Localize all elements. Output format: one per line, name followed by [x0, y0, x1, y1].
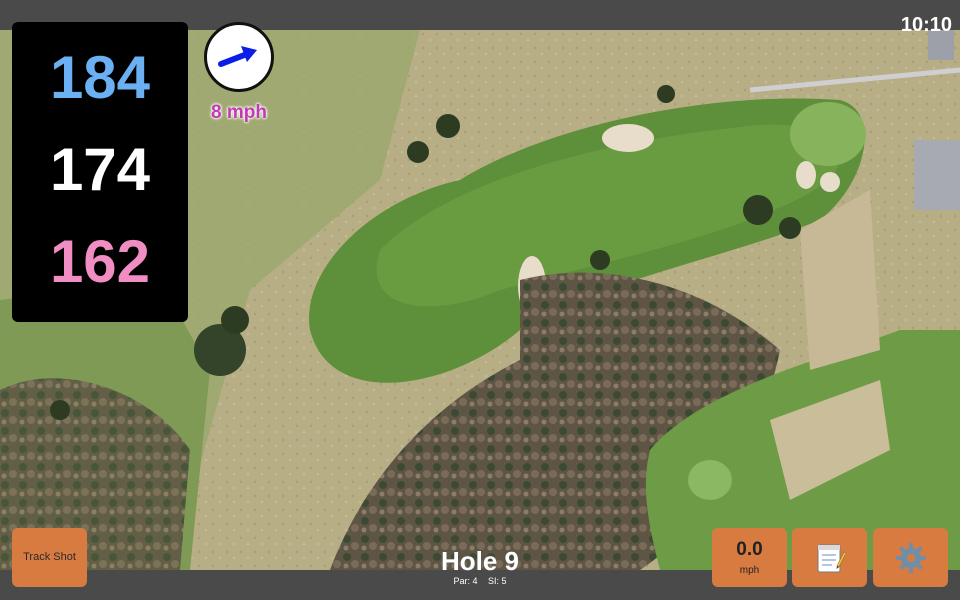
hole-info: Hole 9 Par: 4 SI: 5	[400, 548, 560, 586]
hole-stroke-index: SI: 5	[488, 576, 507, 586]
golf-gps-screen: 10:10 184 174 162 8 mph Track Shot Hole …	[0, 0, 960, 600]
track-shot-button[interactable]: Track Shot	[12, 528, 87, 587]
wind-indicator[interactable]: 8 mph	[201, 22, 277, 124]
notepad-icon	[817, 544, 845, 572]
speed-unit: mph	[739, 564, 760, 576]
front-distance: 162	[49, 228, 151, 295]
gear-icon	[895, 542, 926, 573]
wind-dial	[204, 22, 274, 92]
hole-details: Par: 4 SI: 5	[400, 576, 560, 586]
distance-panel: 184 174 162	[12, 22, 188, 322]
hole-title: Hole 9	[440, 546, 520, 576]
center-distance: 174	[49, 136, 151, 203]
wind-arrow-icon	[218, 46, 257, 67]
clock: 10:10	[900, 14, 952, 36]
hole-par: Par: 4	[453, 576, 478, 586]
notes-button[interactable]	[792, 528, 867, 587]
settings-button[interactable]	[873, 528, 948, 587]
wind-speed: 8 mph	[211, 102, 267, 123]
speed-button[interactable]: 0.0 mph	[712, 528, 787, 587]
back-distance: 184	[49, 44, 151, 111]
speed-value: 0.0	[736, 538, 763, 560]
track-shot-label: Track Shot	[23, 550, 76, 563]
